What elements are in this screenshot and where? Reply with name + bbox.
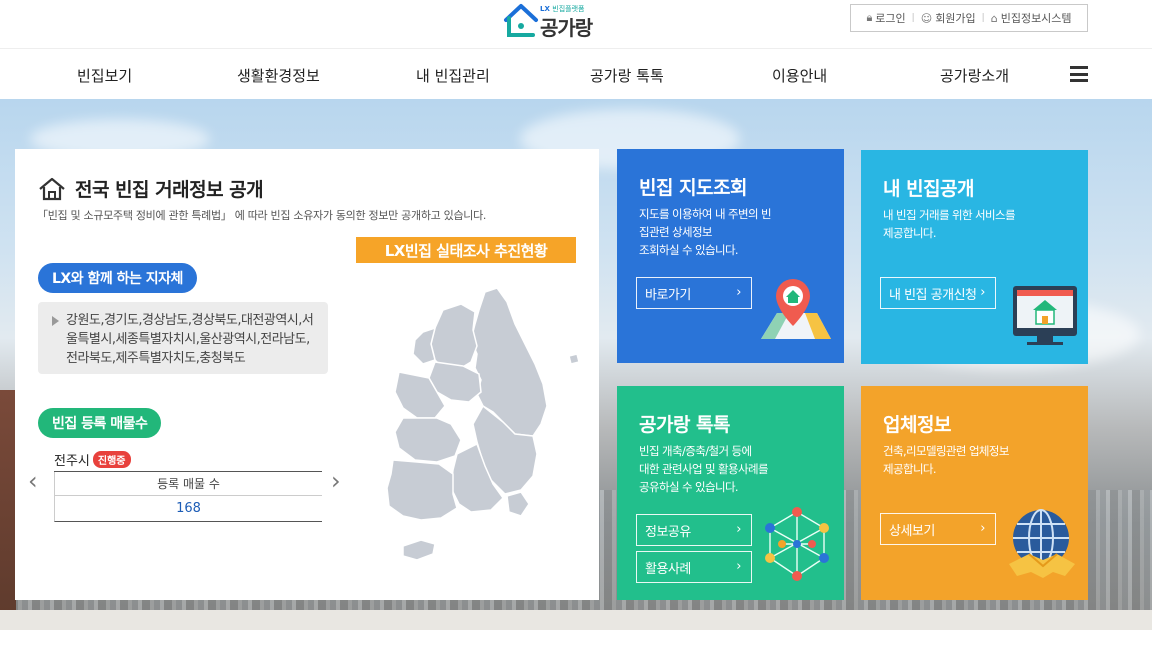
public-apply-button[interactable]: 내 빈집 공개신청 › — [880, 277, 996, 309]
map-search-card[interactable]: 빈집 지도조회 지도를 이용하여 내 주변의 빈 집관련 상세정보 조회하실 수… — [617, 149, 844, 363]
chevron-right-icon: › — [736, 285, 741, 300]
signup-label: 회원가입 — [935, 12, 976, 25]
chevron-right-icon[interactable]: › — [331, 469, 341, 493]
map-region-jeonnam[interactable] — [386, 459, 458, 521]
public-apply-label: 내 빈집 공개신청 — [889, 287, 977, 303]
signup-link[interactable]: ☺ 회원가입 — [921, 10, 976, 26]
listings-table: 등록 매물 수 168 — [54, 471, 322, 522]
community-desc: 빈집 개축/증축/철거 등에 대한 관련사업 및 활용사례를 공유하실 수 있습… — [639, 444, 769, 494]
chevron-right-icon: › — [980, 285, 985, 300]
transaction-info-panel: 전국 빈집 거래정보 공개 「빈집 및 소규모주택 정비에 관한 특례법」 에 … — [15, 149, 599, 600]
community-card[interactable]: 공가랑 톡톡 빈집 개축/증축/철거 등에 대한 관련사업 및 활용사례를 공유… — [617, 386, 844, 600]
listings-count: 168 — [54, 496, 322, 522]
system-link[interactable]: ⌂ 빈집정보시스템 — [991, 10, 1072, 26]
use-cases-button[interactable]: 활용사례 › — [636, 551, 752, 583]
info-share-label: 정보공유 — [645, 524, 691, 540]
main-nav: 빈집보기 생활환경정보 내 빈집관리 공가랑 톡톡 이용안내 공가랑소개 — [0, 48, 1152, 99]
map-search-title: 빈집 지도조회 — [639, 177, 748, 199]
go-button[interactable]: 바로가기 › — [636, 277, 752, 309]
details-label: 상세보기 — [889, 523, 935, 539]
system-label: 빈집정보시스템 — [1000, 12, 1072, 25]
use-cases-label: 활용사례 — [645, 561, 691, 577]
site-header: LX 빈집플랫폼 공가랑 🔒︎ 로그인 | ☺ 회원가입 | ⌂ 빈집정보시스템 — [0, 0, 1152, 48]
company-info-title: 업체정보 — [883, 414, 951, 436]
korea-map[interactable] — [365, 284, 585, 574]
panel-heading: 전국 빈집 거래정보 공개 — [37, 175, 264, 202]
nav-item-browse[interactable]: 빈집보기 — [77, 65, 132, 86]
city-name: 전주시 진행중 — [54, 450, 131, 469]
region-list: 강원도,경기도,경상남도,경상북도,대전광역시,서울특별시,세종특별자치시,울산… — [38, 302, 328, 374]
map-region-ulleung[interactable] — [568, 353, 580, 365]
logo-name: 공가랑 — [540, 16, 593, 40]
chevron-right-icon: › — [980, 521, 985, 536]
user-plus-icon: ☺ — [920, 11, 933, 25]
partners-label: LX와 함께 하는 지자체 — [38, 263, 197, 293]
map-region-incheon[interactable] — [412, 326, 437, 365]
site-logo[interactable]: LX 빈집플랫폼 공가랑 — [500, 0, 600, 40]
network-icon — [765, 507, 829, 581]
nav-item-about[interactable]: 공가랑소개 — [940, 65, 1009, 86]
map-pin-icon — [761, 279, 831, 339]
home-icon: ⌂ — [990, 11, 998, 25]
utility-menu: 🔒︎ 로그인 | ☺ 회원가입 | ⌂ 빈집정보시스템 — [850, 4, 1088, 32]
login-label: 로그인 — [875, 12, 906, 25]
details-button[interactable]: 상세보기 › — [880, 513, 996, 545]
nav-item-my-house[interactable]: 내 빈집관리 — [416, 65, 490, 86]
my-house-public-card[interactable]: 내 빈집공개 내 빈집 거래를 위한 서비스를 제공합니다. 내 빈집 공개신청… — [861, 150, 1088, 364]
map-search-desc: 지도를 이용하여 내 주변의 빈 집관련 상세정보 조회하실 수 있습니다. — [639, 207, 772, 257]
login-link[interactable]: 🔒︎ 로그인 — [866, 10, 905, 26]
status-badge: 진행중 — [92, 451, 131, 468]
company-info-card[interactable]: 업체정보 건축,리모델링관련 업체정보 제공합니다. 상세보기 › — [861, 386, 1088, 600]
listings-label: 빈집 등록 매물수 — [38, 408, 162, 438]
divider: | — [981, 13, 985, 23]
company-info-desc: 건축,리모델링관련 업체정보 제공합니다. — [883, 444, 1009, 476]
community-title: 공가랑 톡톡 — [639, 414, 731, 436]
survey-status-button[interactable]: LX빈집 실태조사 추진현황 — [356, 237, 576, 263]
home-outline-icon — [39, 177, 65, 200]
divider: | — [911, 13, 915, 23]
city-label: 전주시 — [54, 454, 90, 469]
menu-icon[interactable] — [1070, 66, 1088, 82]
monitor-house-icon — [1013, 286, 1077, 345]
panel-description: 「빈집 및 소규모주택 정비에 관한 특례법」 에 따라 빈집 소유자가 동의한… — [37, 209, 487, 222]
go-button-label: 바로가기 — [645, 287, 691, 303]
map-region-busan[interactable] — [506, 491, 530, 517]
region-list-text: 강원도,경기도,경상남도,경상북도,대전광역시,서울특별시,세종특별자치시,울산… — [66, 313, 314, 366]
nav-item-environment[interactable]: 생활환경정보 — [237, 65, 320, 86]
map-region-jeju[interactable] — [402, 539, 436, 561]
info-share-button[interactable]: 정보공유 › — [636, 514, 752, 546]
chevron-left-icon[interactable]: ‹ — [28, 469, 38, 493]
nav-item-talk[interactable]: 공가랑 톡톡 — [590, 65, 664, 86]
nav-item-guide[interactable]: 이용안내 — [772, 65, 827, 86]
my-house-public-desc: 내 빈집 거래를 위한 서비스를 제공합니다. — [883, 208, 1016, 240]
map-region-gyeonggi[interactable] — [430, 303, 478, 371]
lock-icon: 🔒︎ — [866, 11, 873, 24]
my-house-public-title: 내 빈집공개 — [883, 178, 975, 200]
chevron-right-icon: › — [736, 522, 741, 537]
globe-handshake-icon — [1009, 509, 1075, 578]
map-region-jeonbuk[interactable] — [394, 417, 462, 463]
house-logo-icon — [504, 4, 538, 37]
triangle-right-icon — [52, 316, 59, 326]
table-header: 등록 매물 수 — [54, 472, 322, 496]
panel-title: 전국 빈집 거래정보 공개 — [75, 179, 264, 201]
chevron-right-icon: › — [736, 559, 741, 574]
